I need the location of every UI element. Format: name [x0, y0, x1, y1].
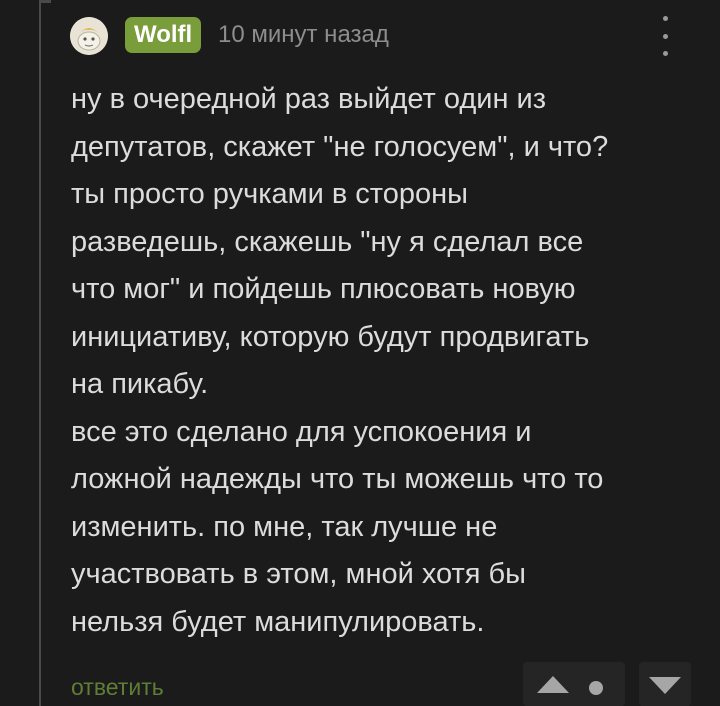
dot [662, 51, 668, 56]
avatar-image [70, 17, 108, 55]
thread-line [39, 0, 41, 706]
thread-connector [41, 0, 51, 3]
triangle-up-icon[interactable] [537, 676, 569, 693]
triangle-down-icon[interactable] [649, 677, 681, 694]
comment-text: ну в очередной раз выйдет один из депута… [71, 83, 609, 638]
username-badge[interactable]: Wolfl [125, 17, 202, 53]
reply-link[interactable]: ответить [71, 672, 164, 702]
dot [662, 16, 668, 21]
more-options-icon[interactable] [656, 16, 674, 56]
dot-icon [589, 681, 603, 695]
avatar[interactable] [70, 17, 108, 55]
dot [662, 33, 668, 39]
comment-timestamp[interactable]: 10 минут назад [218, 18, 389, 52]
